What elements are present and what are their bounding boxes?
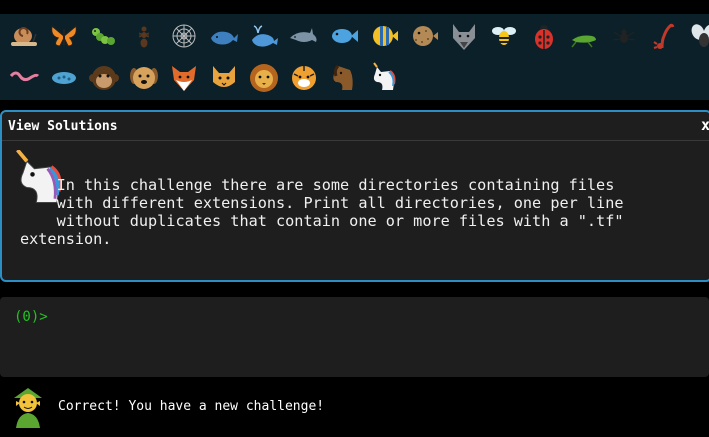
ladybug-icon[interactable] (524, 16, 564, 56)
spider-web-icon[interactable] (164, 16, 204, 56)
cat-face-icon[interactable] (204, 58, 244, 98)
fish-icon[interactable] (324, 16, 364, 56)
emoji-row-2 (4, 58, 404, 98)
terminal[interactable]: (0)> (0, 297, 709, 377)
caterpillar-icon[interactable] (84, 16, 124, 56)
description-line: extension. (20, 230, 112, 248)
butterfly-icon[interactable] (44, 16, 84, 56)
emoji-row-1 (4, 16, 709, 56)
tiger-face-icon[interactable] (284, 58, 324, 98)
dog-face-icon[interactable] (124, 58, 164, 98)
challenge-description: In this challenge there are some directo… (20, 176, 680, 248)
terminal-prompt: (0)> (14, 309, 48, 325)
microbe-icon[interactable] (44, 58, 84, 98)
fly-icon[interactable] (684, 16, 709, 56)
fox-face-icon[interactable] (164, 58, 204, 98)
dolphin-icon[interactable] (284, 16, 324, 56)
status-bar: Correct! You have a new challenge! (0, 386, 709, 430)
ant-icon[interactable] (124, 16, 164, 56)
spouting-whale-icon[interactable] (244, 16, 284, 56)
close-icon[interactable]: x (701, 116, 709, 134)
unicorn-icon[interactable] (364, 58, 404, 98)
elf-icon (10, 386, 46, 432)
spider-icon[interactable] (604, 16, 644, 56)
description-line: In this challenge there are some directo… (20, 176, 615, 194)
status-message: Correct! You have a new challenge! (58, 399, 325, 414)
solutions-modal: View Solutions x In this challenge there… (0, 110, 709, 282)
scorpion-icon[interactable] (644, 16, 684, 56)
emoji-tray (0, 14, 709, 100)
cricket-icon[interactable] (564, 16, 604, 56)
wolf-icon[interactable] (444, 16, 484, 56)
modal-header: View Solutions (2, 112, 709, 141)
modal-title: View Solutions (8, 118, 118, 134)
snail-icon[interactable] (4, 16, 44, 56)
whale-icon[interactable] (204, 16, 244, 56)
description-line: without duplicates that contain one or m… (20, 212, 624, 230)
worm-icon[interactable] (4, 58, 44, 98)
tropical-fish-icon[interactable] (364, 16, 404, 56)
description-line: with different extensions. Print all dir… (20, 194, 624, 212)
horse-face-icon[interactable] (324, 58, 364, 98)
bee-icon[interactable] (484, 16, 524, 56)
monkey-face-icon[interactable] (84, 58, 124, 98)
blowfish-icon[interactable] (404, 16, 444, 56)
lion-face-icon[interactable] (244, 58, 284, 98)
